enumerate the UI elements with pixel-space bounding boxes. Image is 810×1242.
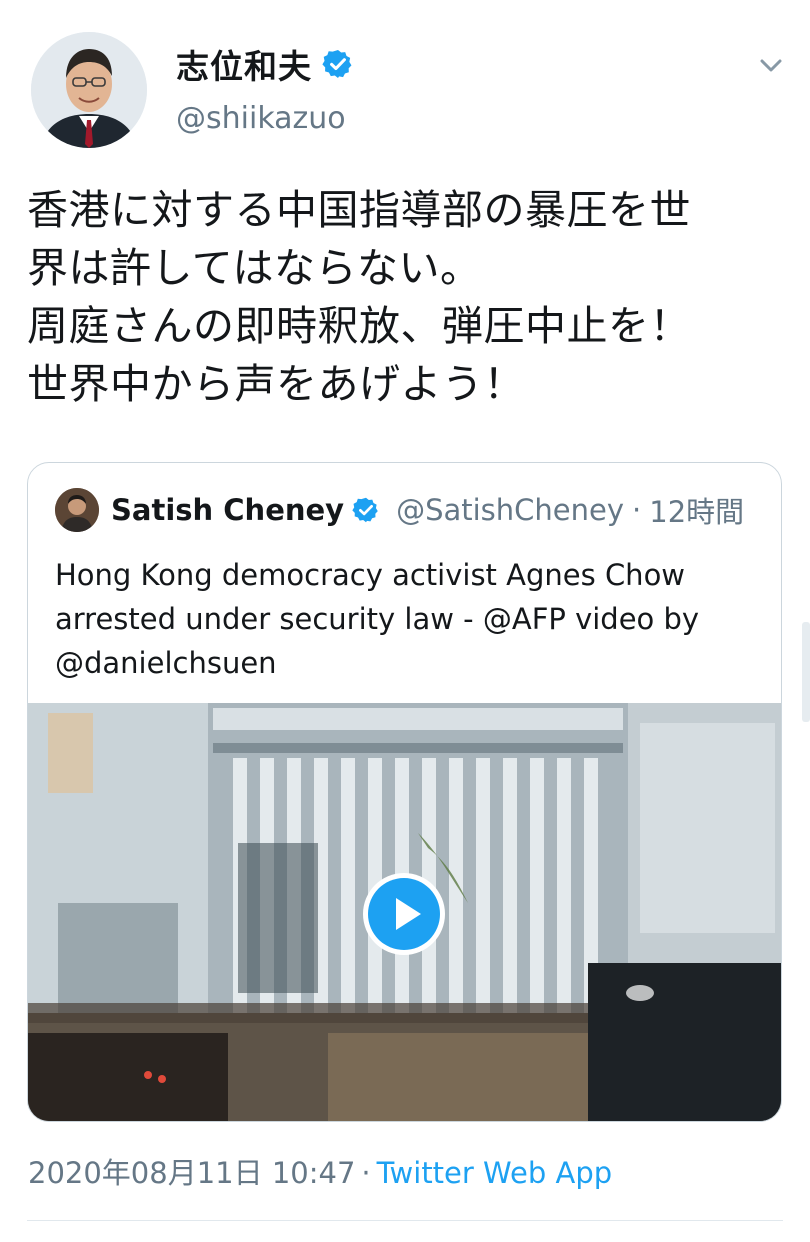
tweet-text-line: 香港に対する中国指導部の暴圧を世 [27, 186, 691, 234]
quoted-display-name[interactable]: Satish Cheney [111, 493, 344, 527]
play-icon[interactable] [361, 871, 447, 957]
tweet-timestamp[interactable]: 2020年08月11日 10:47 [28, 1156, 355, 1190]
tweet-text-line: 周庭さんの即時釈放、弾圧中止を！ [27, 302, 691, 350]
quoted-tweet-header: Satish Cheney @SatishCheney · 12時間 [55, 487, 744, 533]
quoted-text-line: @danielchsuen [55, 646, 277, 680]
tweet-card: 志位和夫 @shiikazuo 香港に対する中国指導部の暴圧を世 界は許してはな… [0, 0, 810, 1242]
tweet-source-link[interactable]: Twitter Web App [377, 1156, 613, 1190]
author-handle[interactable]: @shiikazuo [176, 101, 346, 136]
person-avatar-icon [31, 32, 147, 148]
author-name-row[interactable]: 志位和夫 [176, 42, 354, 86]
scrollbar[interactable] [802, 622, 810, 722]
quoted-tweet[interactable]: Satish Cheney @SatishCheney · 12時間 Hong … [27, 462, 782, 1122]
tweet-text-line: 界は許してはならない。 [27, 244, 482, 292]
separator-dot: · [632, 493, 642, 527]
verified-badge-icon [352, 497, 378, 523]
verified-badge-icon [322, 50, 352, 78]
video-player[interactable] [28, 703, 781, 1121]
person-avatar-icon [55, 488, 99, 532]
tweet-text: 香港に対する中国指導部の暴圧を世 界は許してはならない。 周庭さんの即時釈放、弾… [27, 181, 797, 413]
quoted-author-avatar[interactable] [55, 488, 99, 532]
author-display-name[interactable]: 志位和夫 [176, 40, 312, 88]
tweet-meta: 2020年08月11日 10:47 · Twitter Web App [28, 1150, 612, 1192]
quoted-text-line: arrested under security law - @AFP video… [55, 602, 700, 636]
divider [27, 1220, 783, 1221]
quoted-handle[interactable]: @SatishCheney [396, 493, 624, 527]
quoted-tweet-text: Hong Kong democracy activist Agnes Chow … [55, 553, 755, 685]
author-avatar[interactable] [31, 32, 147, 148]
tweet-text-line: 世界中から声をあげよう！ [27, 360, 525, 408]
separator-dot: · [361, 1156, 371, 1190]
chevron-down-icon[interactable] [756, 50, 786, 80]
quoted-text-line: Hong Kong democracy activist Agnes Chow [55, 558, 686, 592]
quoted-timestamp[interactable]: 12時間 [649, 489, 744, 531]
